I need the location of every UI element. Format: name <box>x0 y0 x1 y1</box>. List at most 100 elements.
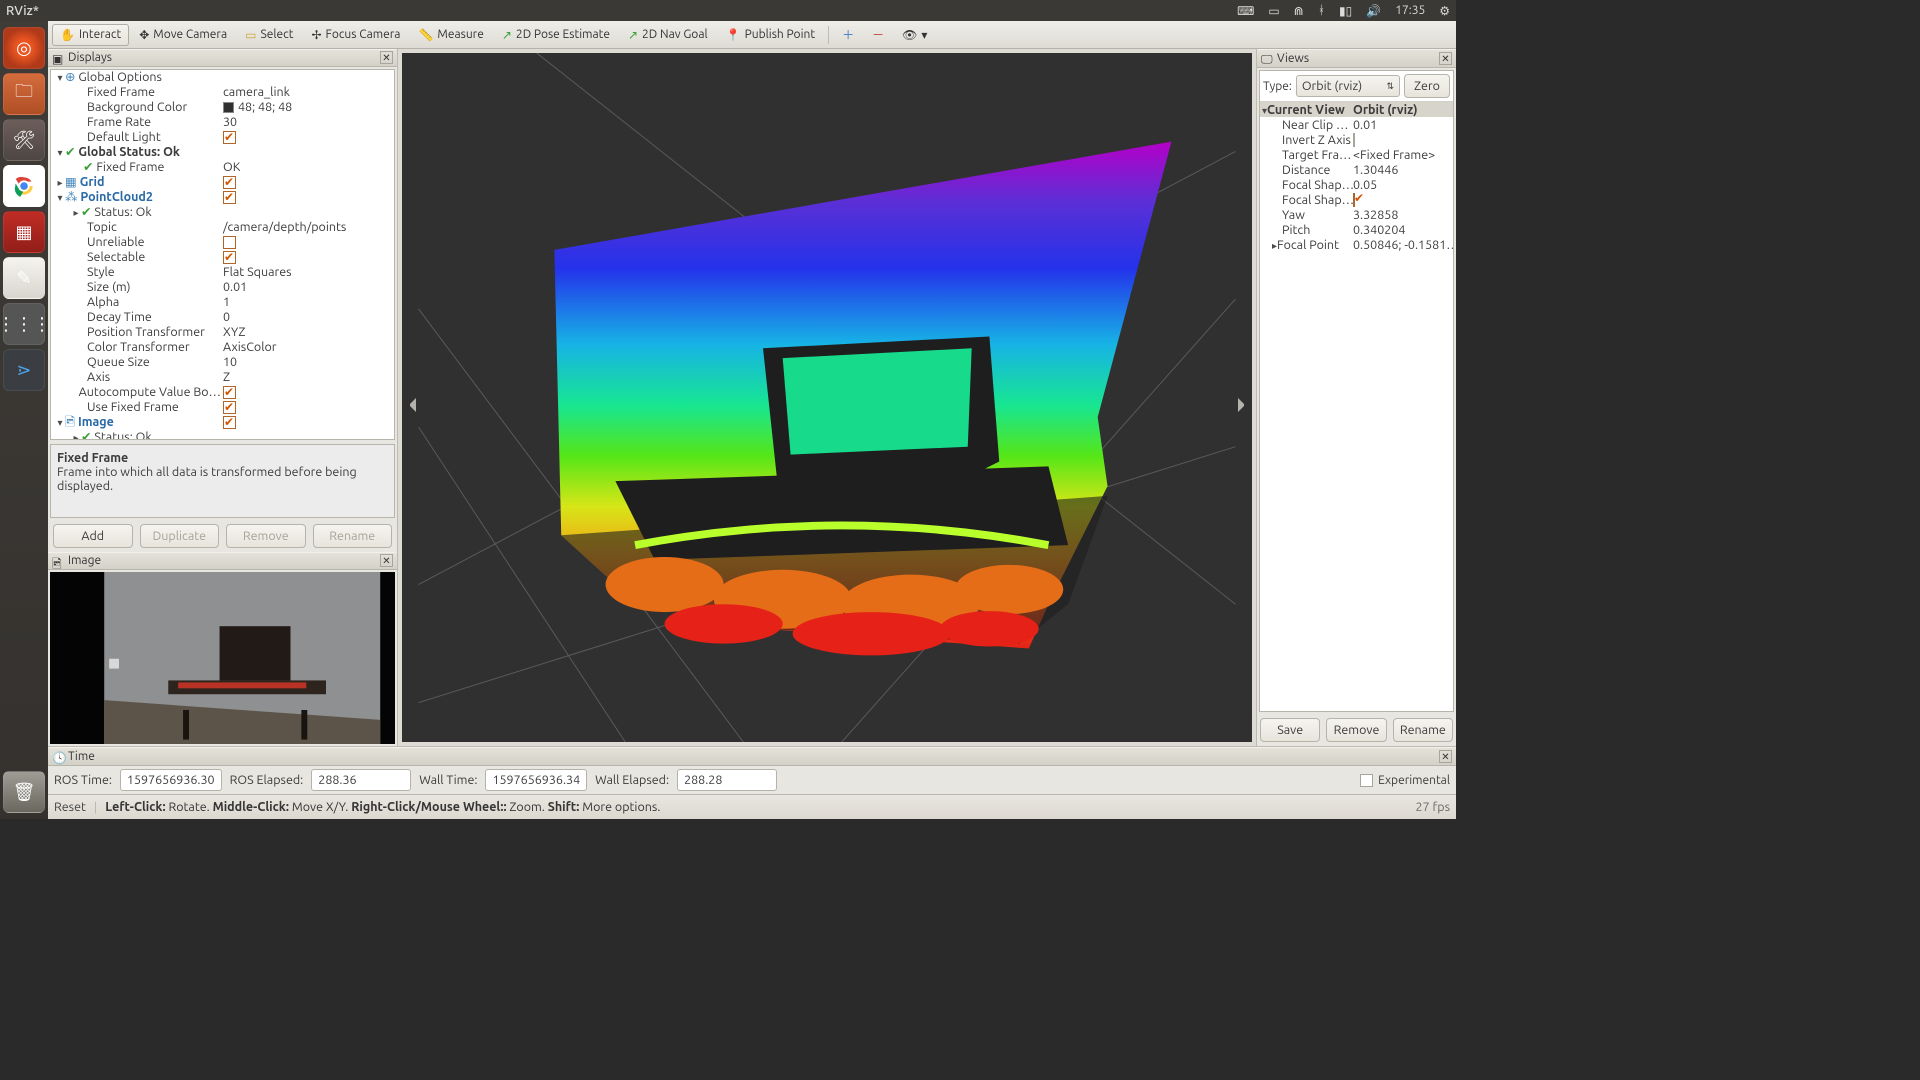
status-bar: Reset | Left-Click: Rotate. Middle-Click… <box>48 794 1456 819</box>
view-type-dropdown[interactable]: Orbit (rviz)⇅ <box>1296 75 1400 97</box>
launcher-editor[interactable]: ✎ <box>3 257 45 299</box>
ruler-icon: 📏 <box>418 28 433 42</box>
plus-icon: ＋ <box>842 26 854 43</box>
check-icon: ✔ <box>81 205 91 220</box>
tool-2d-nav-goal[interactable]: ↗2D Nav Goal <box>620 24 716 46</box>
globe-icon: ⊕ <box>65 70 75 85</box>
wall-time-input[interactable]: 1597656936.34 <box>485 769 587 791</box>
experimental-label: Experimental <box>1378 774 1450 787</box>
clock-icon: 🕓 <box>52 751 64 763</box>
3d-viewport[interactable] <box>402 53 1252 742</box>
ros-time-label: ROS Time: <box>54 773 112 787</box>
wall-time-label: Wall Time: <box>419 773 477 787</box>
close-icon[interactable]: ✕ <box>1439 52 1452 65</box>
rviz-toolbar: ✋Interact ✥Move Camera ▭Select ✢Focus Ca… <box>48 21 1456 49</box>
launcher-trash[interactable]: 🗑 <box>3 771 45 813</box>
clock[interactable]: 17:35 <box>1395 4 1425 17</box>
displays-title: Displays <box>68 51 112 64</box>
check-icon: ✔ <box>81 430 91 440</box>
system-tray: ⌨ ▭ ⋒ ᚼ ▮▯ 🔊 17:35 ⚙ <box>1237 4 1450 18</box>
rename-button[interactable]: Rename <box>313 524 393 548</box>
gear-icon[interactable]: ⚙ <box>1439 4 1450 18</box>
arrow-icon: ↗ <box>628 28 638 42</box>
pointcloud-icon: ⁂ <box>65 190 78 205</box>
unity-launcher: ◎ 🗀 🛠 ▦ ✎ ⋮⋮⋮ ⋗ RViz 🗑 <box>0 21 48 819</box>
launcher-files[interactable]: 🗀 <box>3 73 45 115</box>
check-icon: ✔ <box>65 145 75 160</box>
views-title: Views <box>1277 52 1309 65</box>
launcher-dash[interactable]: ◎ <box>3 27 45 69</box>
add-button[interactable]: Add <box>53 524 133 548</box>
checkbox[interactable] <box>1353 193 1355 207</box>
ros-time-input[interactable]: 1597656936.30 <box>120 769 222 791</box>
ros-elapsed-input[interactable]: 288.36 <box>311 769 411 791</box>
launcher-screenshot[interactable]: ▦ <box>3 211 45 253</box>
tool-publish-point[interactable]: 📍Publish Point <box>718 24 823 46</box>
duplicate-button[interactable]: Duplicate <box>140 524 220 548</box>
remove-button[interactable]: Remove <box>226 524 306 548</box>
fps-indicator: 27 fps <box>1416 800 1450 814</box>
bluetooth-icon[interactable]: ᚼ <box>1318 4 1325 17</box>
view-save-button[interactable]: Save <box>1260 718 1320 742</box>
checkbox[interactable] <box>223 191 236 204</box>
select-icon: ▭ <box>245 28 256 42</box>
ros-elapsed-label: ROS Elapsed: <box>230 773 304 787</box>
tool-move-camera[interactable]: ✥Move Camera <box>131 24 235 46</box>
check-icon: ✔ <box>83 160 93 175</box>
close-icon[interactable]: ✕ <box>380 51 393 64</box>
focus-icon: ✢ <box>311 28 321 42</box>
arrow-icon: ↗ <box>502 28 512 42</box>
wall-elapsed-input[interactable]: 288.28 <box>677 769 777 791</box>
image-panel-header[interactable]: 🖻 Image ✕ <box>48 552 397 570</box>
views-icon: 🖵 <box>1261 53 1273 65</box>
views-tree[interactable]: ▾Current ViewOrbit (rviz) Near Clip …0.0… <box>1260 102 1453 711</box>
launcher-chrome[interactable] <box>3 165 45 207</box>
close-icon[interactable]: ✕ <box>380 554 393 567</box>
keyboard-icon[interactable]: ⌨ <box>1237 4 1254 18</box>
wifi-icon[interactable]: ⋒ <box>1294 4 1304 18</box>
type-label: Type: <box>1263 80 1292 93</box>
tool-focus-camera[interactable]: ✢Focus Camera <box>303 24 408 46</box>
checkbox[interactable] <box>223 401 236 414</box>
wall-elapsed-label: Wall Elapsed: <box>595 773 669 787</box>
reset-link[interactable]: Reset <box>54 800 86 814</box>
tool-interact[interactable]: ✋Interact <box>52 24 129 46</box>
tool-2d-pose-estimate[interactable]: ↗2D Pose Estimate <box>494 24 618 46</box>
launcher-apps[interactable]: ⋮⋮⋮ <box>3 303 45 345</box>
launcher-vscode[interactable]: ⋗ <box>3 349 45 391</box>
checkbox[interactable] <box>223 236 236 249</box>
close-icon[interactable]: ✕ <box>1439 750 1452 763</box>
views-panel-header[interactable]: 🖵 Views ✕ <box>1257 49 1456 68</box>
displays-panel-header[interactable]: ▣ Displays ✕ <box>48 49 397 67</box>
tool-add[interactable]: ＋ <box>834 22 862 47</box>
view-remove-button[interactable]: Remove <box>1326 718 1386 742</box>
experimental-checkbox[interactable] <box>1360 774 1373 787</box>
checkbox[interactable] <box>223 176 236 189</box>
volume-icon[interactable]: 🔊 <box>1366 4 1381 18</box>
pin-icon: 📍 <box>726 28 741 42</box>
time-panel-header[interactable]: 🕓 Time ✕ <box>48 747 1456 766</box>
image-icon: 🖻 <box>65 415 75 430</box>
image-preview <box>50 572 395 745</box>
tool-view-dropdown[interactable]: 👁▾ <box>894 24 935 46</box>
checkbox[interactable] <box>223 131 236 144</box>
checkbox[interactable] <box>223 416 236 429</box>
launcher-settings[interactable]: 🛠 <box>3 119 45 161</box>
image-panel-title: Image <box>68 554 101 567</box>
grid-icon: ▦ <box>65 175 77 190</box>
image-icon: 🖻 <box>52 555 64 567</box>
displays-tree[interactable]: ▾⊕ Global Options Fixed Framecamera_link… <box>51 70 394 440</box>
checkbox[interactable] <box>223 386 236 399</box>
tool-measure[interactable]: 📏Measure <box>410 24 491 46</box>
view-rename-button[interactable]: Rename <box>1393 718 1453 742</box>
system-menubar: RViz* ⌨ ▭ ⋒ ᚼ ▮▯ 🔊 17:35 ⚙ <box>0 0 1456 21</box>
tool-select[interactable]: ▭Select <box>237 24 301 46</box>
tool-remove[interactable]: － <box>864 22 892 47</box>
checkbox[interactable] <box>1353 133 1355 147</box>
window-title: RViz* <box>6 4 39 18</box>
checkbox[interactable] <box>223 251 236 264</box>
battery-icon[interactable]: ▮▯ <box>1339 4 1352 18</box>
zero-button[interactable]: Zero <box>1404 74 1450 98</box>
cursor-icon: ✋ <box>60 28 75 42</box>
display-icon[interactable]: ▭ <box>1268 4 1279 18</box>
